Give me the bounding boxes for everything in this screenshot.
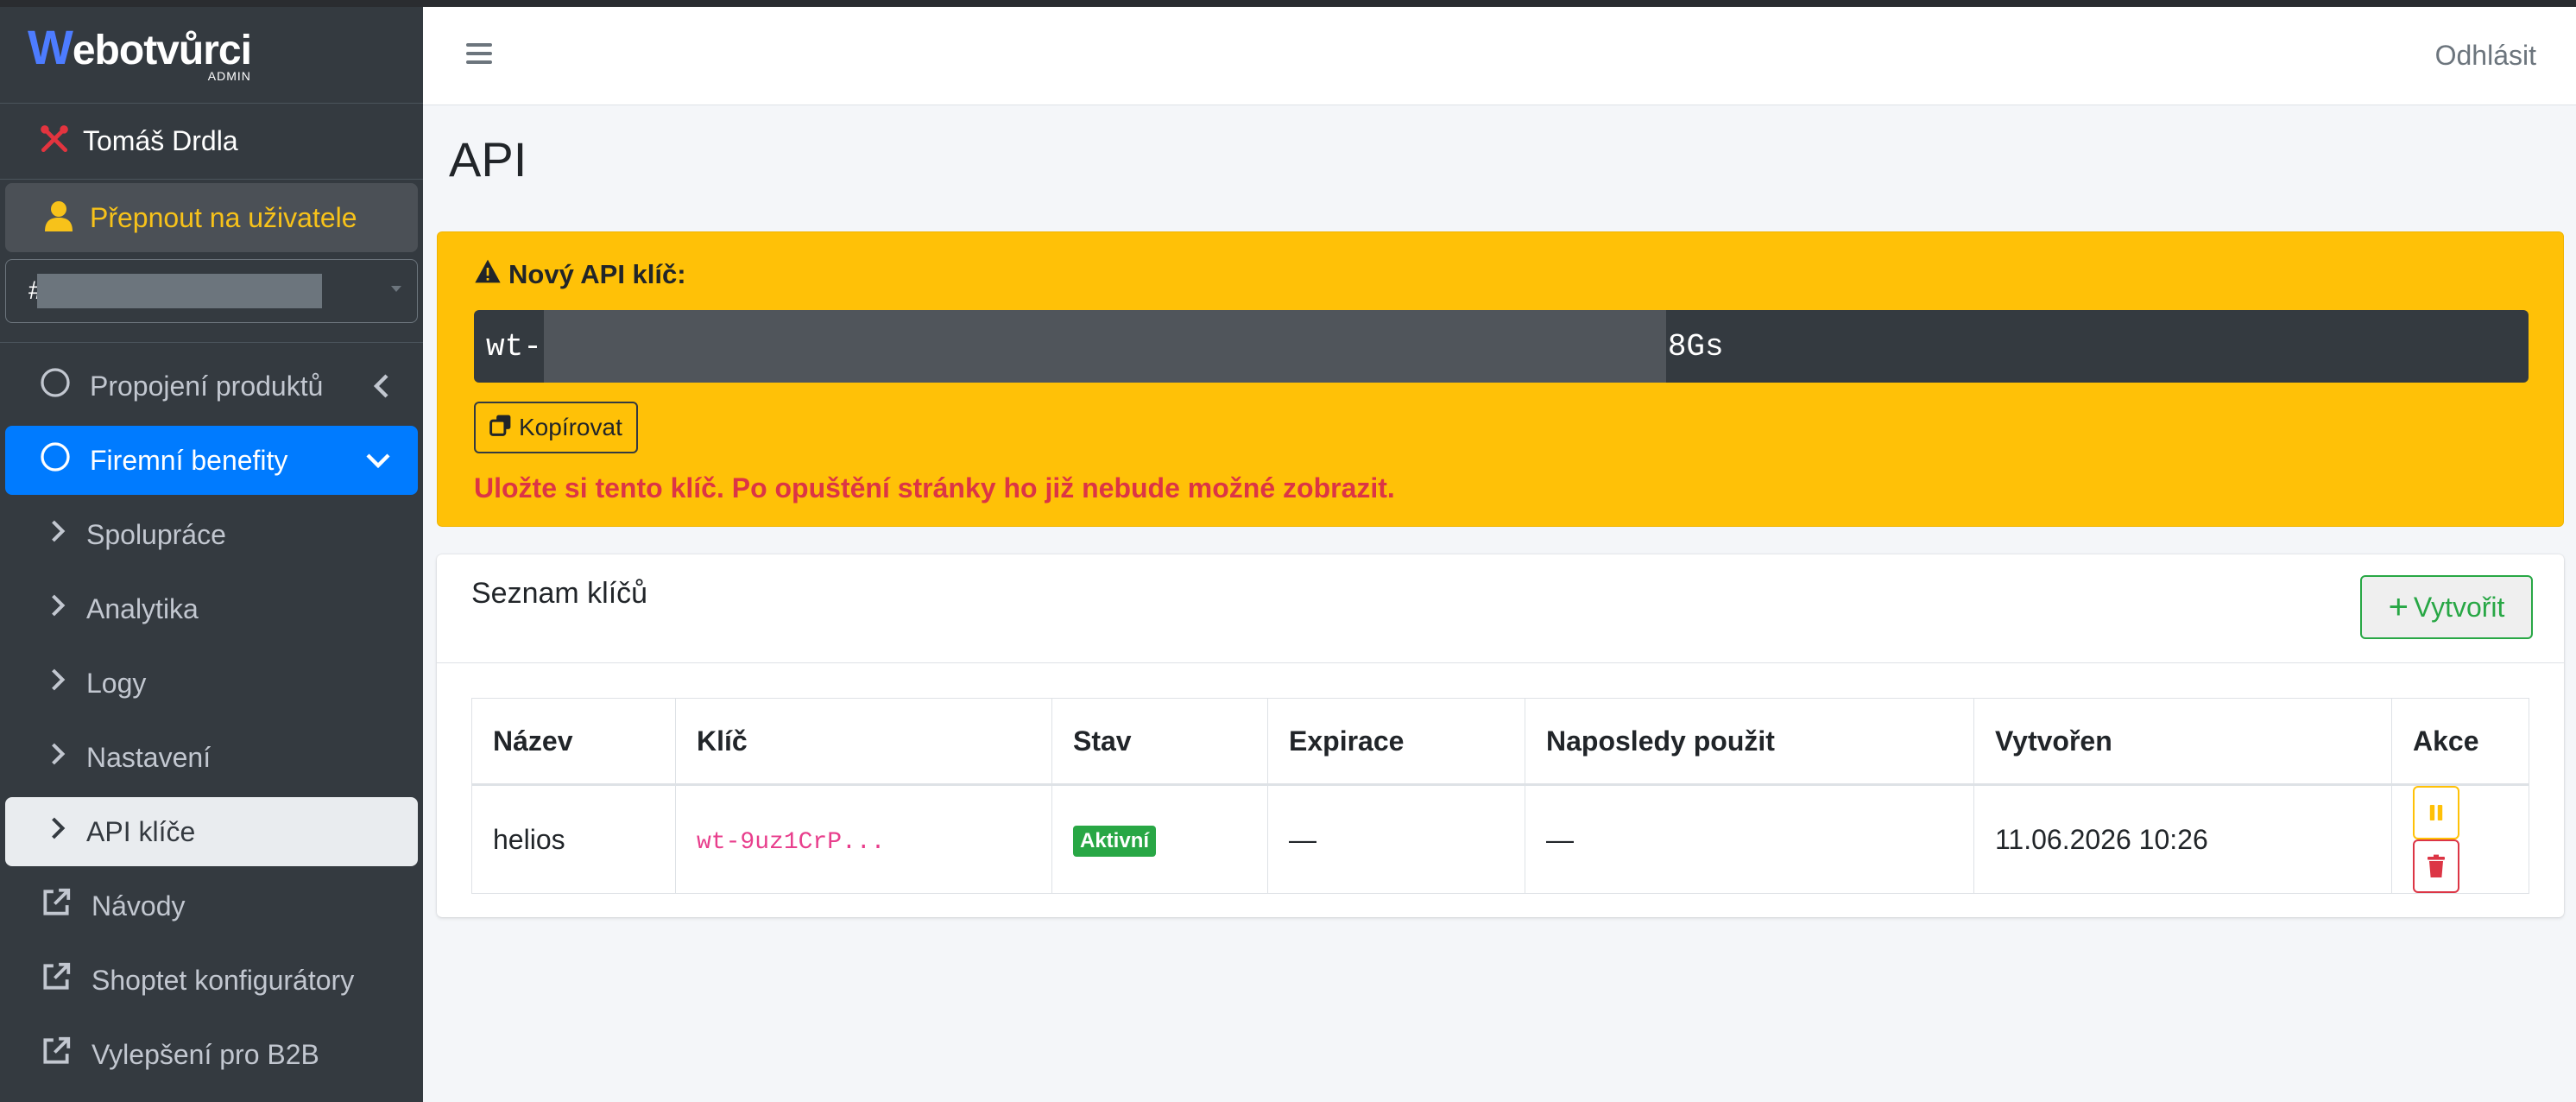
sidebar-item-label: Logy	[86, 667, 147, 699]
table-header-row: Název Klíč Stav Expirace Naposledy použi…	[471, 698, 2529, 786]
window-top-strip	[0, 0, 2576, 7]
api-key-display[interactable]: wt- 8Gs	[474, 310, 2529, 383]
copy-key-label: Kopírovat	[519, 414, 622, 440]
key-expiration-cell: —	[1267, 784, 1525, 894]
api-key-prefix: wt-	[486, 328, 542, 364]
logo-text: ebotvůrci	[72, 27, 252, 73]
sidebar-item-navody[interactable]: Návody	[5, 871, 418, 940]
tools-icon	[38, 123, 71, 160]
logout-link[interactable]: Odhlásit	[2435, 40, 2536, 72]
copy-key-button[interactable]: Kopírovat	[474, 402, 638, 453]
chevron-right-icon	[48, 517, 67, 552]
circle-icon	[40, 367, 71, 405]
key-actions-cell	[2391, 784, 2529, 894]
sidebar: Webotvůrci ADMIN Tomáš Drdla Přepnout na…	[0, 7, 423, 1102]
sidebar-item-propojeni-produktu[interactable]: Propojení produktů	[5, 352, 418, 421]
key-value: wt-9uz1CrP...	[697, 829, 886, 856]
key-last-used-cell: —	[1525, 784, 1974, 894]
chevron-down-icon	[391, 286, 401, 292]
brand-logo[interactable]: Webotvůrci ADMIN	[0, 7, 423, 104]
redacted-api-key	[543, 310, 1666, 383]
sidebar-item-nastaveni[interactable]: Nastavení	[5, 723, 418, 792]
chevron-right-icon	[48, 740, 67, 775]
sidebar-item-analytika[interactable]: Analytika	[5, 574, 418, 643]
page-title: API	[449, 132, 527, 187]
alert-title-text: Nový API klíč:	[508, 259, 686, 289]
user-panel[interactable]: Tomáš Drdla	[0, 104, 423, 180]
new-key-alert: Nový API klíč: wt- 8Gs Kopírovat Uložte …	[437, 231, 2564, 527]
warning-icon	[474, 258, 502, 291]
redacted-shop-name	[37, 274, 322, 308]
sidebar-item-label: Firemní benefity	[90, 444, 288, 476]
sidebar-item-label: Propojení produktů	[90, 370, 324, 402]
column-header-created: Vytvořen	[1973, 698, 2392, 786]
card-title: Seznam klíčů	[471, 577, 648, 610]
column-header-status: Stav	[1051, 698, 1268, 786]
api-key-suffix: 8Gs	[1667, 328, 1724, 364]
card-header: Seznam klíčů + Vytvořit	[437, 554, 2564, 663]
key-name-cell: helios	[471, 784, 676, 894]
column-header-last-used: Naposledy použit	[1525, 698, 1974, 786]
external-link-icon	[40, 886, 73, 926]
sidebar-item-label: API klíče	[86, 815, 196, 847]
switch-user-button[interactable]: Přepnout na uživatele	[5, 183, 418, 252]
sidebar-item-label: Vylepšení pro B2B	[92, 1038, 319, 1070]
column-header-expiration: Expirace	[1267, 698, 1525, 786]
logo: Webotvůrci ADMIN	[28, 22, 252, 83]
chevron-right-icon	[48, 592, 67, 626]
delete-key-button[interactable]	[2413, 839, 2459, 893]
alert-warning-text: Uložte si tento klíč. Po opuštění stránk…	[474, 472, 1395, 504]
column-header-key: Klíč	[675, 698, 1052, 786]
external-link-icon	[40, 960, 73, 1000]
logo-w: W	[28, 19, 73, 74]
logo-sub: ADMIN	[207, 68, 251, 83]
alert-title: Nový API klíč:	[474, 258, 686, 291]
column-header-name: Název	[471, 698, 676, 786]
sidebar-item-label: Shoptet konfigurátory	[92, 964, 355, 996]
chevron-right-icon	[48, 666, 67, 700]
trash-icon	[2428, 854, 2445, 877]
key-created-cell: 11.06.2026 10:26	[1973, 784, 2392, 894]
sidebar-item-spoluprace[interactable]: Spolupráce	[5, 500, 418, 569]
sidebar-item-label: Analytika	[86, 592, 199, 624]
key-value-cell: wt-9uz1CrP...	[675, 784, 1052, 894]
circle-icon	[40, 441, 71, 479]
plus-icon: +	[2388, 588, 2409, 626]
user-name: Tomáš Drdla	[83, 125, 238, 156]
sidebar-item-api-klice[interactable]: API klíče	[5, 797, 418, 866]
create-key-label: Vytvořit	[2413, 591, 2505, 623]
switch-user-label: Přepnout na uživatele	[90, 201, 357, 233]
sidebar-item-firemni-benefity[interactable]: Firemní benefity	[5, 426, 418, 495]
table-row: helios wt-9uz1CrP... Aktivní — — 11.06.2…	[471, 784, 2529, 894]
sidebar-item-label: Nastavení	[86, 741, 212, 773]
api-keys-table: Název Klíč Stav Expirace Naposledy použi…	[471, 698, 2529, 894]
sidebar-divider	[0, 342, 423, 343]
top-navbar: Odhlásit	[423, 7, 2576, 105]
pause-icon	[2429, 805, 2443, 820]
pause-key-button[interactable]	[2413, 786, 2459, 839]
key-status-cell: Aktivní	[1051, 784, 1268, 894]
chevron-right-icon	[48, 814, 67, 849]
sidebar-item-label: Spolupráce	[86, 518, 226, 550]
sidebar-item-vylepseni-b2b[interactable]: Vylepšení pro B2B	[5, 1020, 418, 1089]
sidebar-item-shoptet-konfiguratory[interactable]: Shoptet konfigurátory	[5, 946, 418, 1015]
hamburger-menu-icon[interactable]	[466, 43, 492, 69]
status-badge: Aktivní	[1073, 826, 1157, 857]
create-key-button[interactable]: + Vytvořit	[2360, 575, 2533, 639]
user-icon	[45, 200, 73, 236]
sidebar-nav: Propojení produktů Firemní benefity Spol…	[0, 352, 423, 1089]
external-link-icon	[40, 1035, 73, 1074]
sidebar-item-logy[interactable]: Logy	[5, 649, 418, 718]
chevron-down-icon	[364, 446, 392, 481]
chevron-left-icon	[371, 372, 392, 407]
copy-icon	[489, 414, 512, 442]
shop-select[interactable]: #	[5, 259, 418, 323]
column-header-actions: Akce	[2391, 698, 2529, 786]
api-keys-card: Seznam klíčů + Vytvořit Název Klíč Stav …	[437, 554, 2564, 917]
sidebar-item-label: Návody	[92, 890, 186, 922]
